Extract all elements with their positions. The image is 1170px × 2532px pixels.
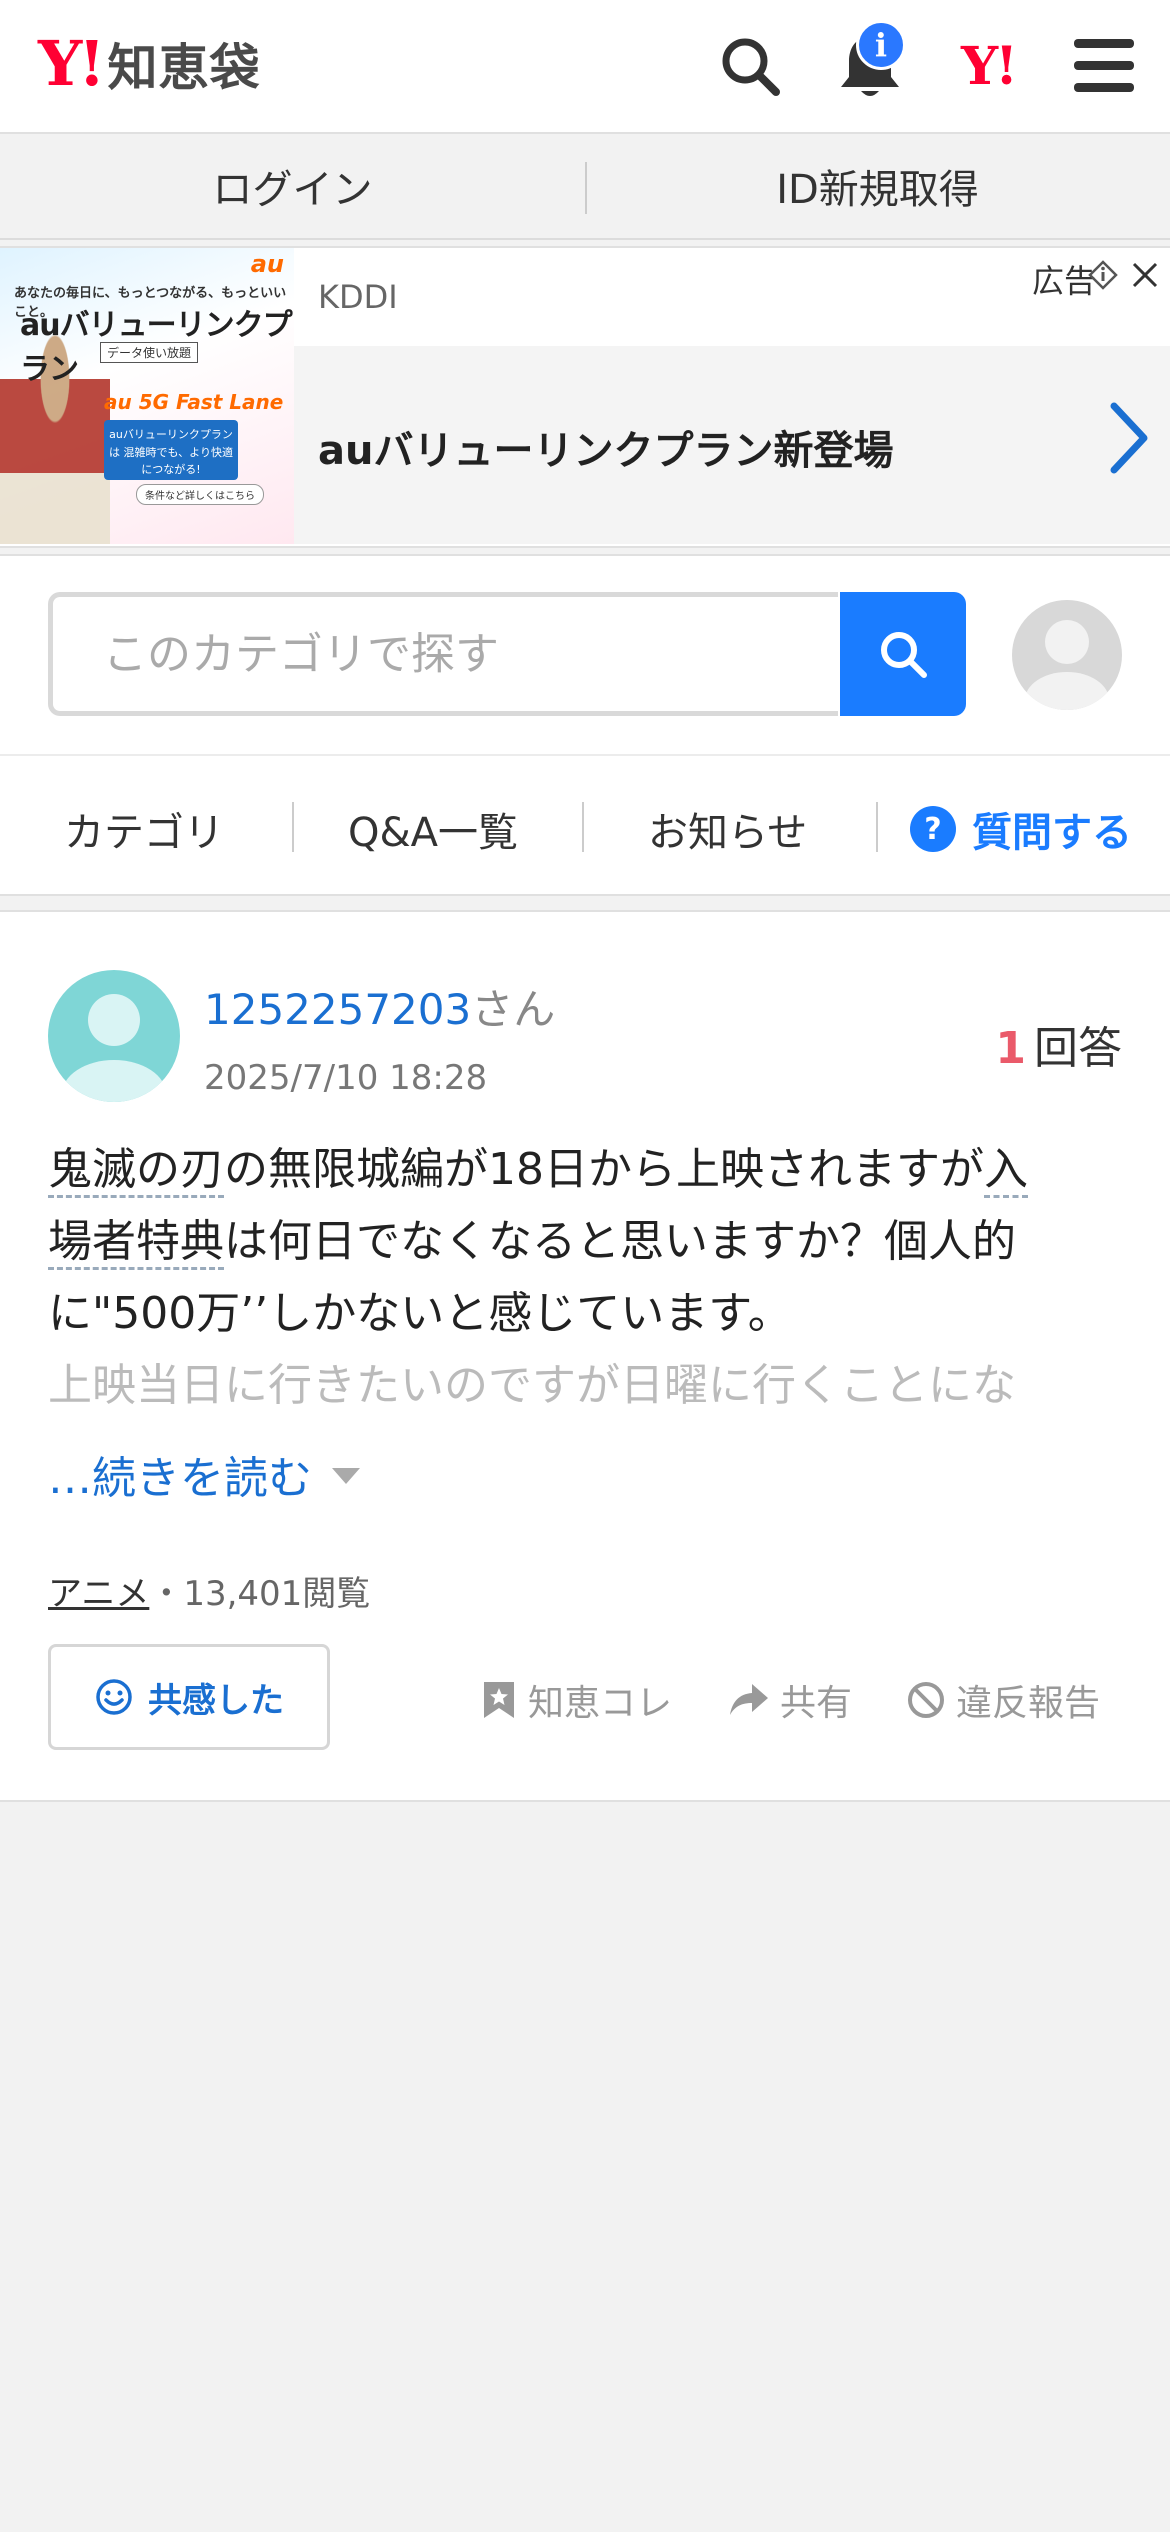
- question-icon: ?: [910, 806, 956, 852]
- register-link[interactable]: ID新規取得: [585, 157, 1170, 215]
- ad-sub-label: データ使い放題: [100, 342, 199, 363]
- chevron-right-icon[interactable]: [1106, 398, 1150, 478]
- yahoo-logo-mark: Y!: [38, 27, 106, 100]
- answer-count-number: 1: [995, 1023, 1026, 1074]
- login-bar: ログイン ID新規取得: [0, 134, 1170, 240]
- answer-count[interactable]: 1 回答: [995, 1012, 1122, 1076]
- share-label: 共有: [780, 1683, 853, 1724]
- ad-sponsor: KDDI: [318, 278, 398, 316]
- ad-label: 広告: [1031, 262, 1096, 300]
- question-meta: アニメ・13,401閲覧: [48, 1566, 370, 1615]
- empathy-button[interactable]: 共感した: [48, 1644, 330, 1750]
- question-card: 1252257203さん 2025/7/10 18:28 1 回答 鬼滅の刃の無限…: [0, 910, 1170, 1802]
- bookmark-icon: [484, 1682, 514, 1718]
- divider: [585, 162, 587, 214]
- read-more-label: …続きを読む: [48, 1453, 312, 1504]
- ad-image[interactable]: au あなたの毎日に、もっとつながる、もっといいこと。 auバリューリンクプラン…: [0, 248, 294, 544]
- search-input[interactable]: [53, 597, 838, 711]
- keyword-link[interactable]: 場者特典: [48, 1216, 224, 1270]
- bookmark-button[interactable]: 知恵コレ: [480, 1674, 672, 1726]
- menu-icon[interactable]: [1064, 26, 1144, 106]
- divider: [292, 802, 294, 852]
- search-icon[interactable]: [710, 26, 790, 106]
- keyword-link[interactable]: 鬼滅の刃: [48, 1144, 224, 1198]
- empathy-label: 共感した: [148, 1680, 284, 1721]
- search-box: [48, 592, 838, 716]
- divider: [582, 802, 584, 852]
- ask-label: 質問する: [972, 810, 1132, 856]
- prohibited-icon: [908, 1682, 944, 1718]
- asker-id: 1252257203: [204, 985, 472, 1034]
- nav-qa-list[interactable]: Q&A一覧: [348, 800, 518, 858]
- au-logo: au: [250, 250, 284, 278]
- search-section: [0, 554, 1170, 754]
- ask-question-button[interactable]: ? 質問する: [910, 800, 1132, 858]
- ad-fastlane: au 5G Fast Lane: [104, 390, 284, 414]
- answer-count-label: 回答: [1034, 1023, 1122, 1074]
- question-text: の無限城編が18日から上映されますが: [224, 1144, 984, 1195]
- yahoo-mark-icon: Y!: [961, 35, 1018, 97]
- nav-category[interactable]: カテゴリ: [64, 800, 224, 858]
- category-nav: カテゴリ Q&A一覧 お知らせ ? 質問する: [0, 754, 1170, 896]
- ad-info-box: auバリューリンクプランは 混雑時でも、より快適につながる!: [104, 420, 238, 480]
- search-button[interactable]: [840, 592, 966, 716]
- ad-cta: 条件など詳しくはこちら: [136, 484, 264, 505]
- share-button[interactable]: 共有: [728, 1674, 852, 1726]
- login-link[interactable]: ログイン: [0, 157, 585, 215]
- ad-title[interactable]: auバリューリンクプラン新登場: [318, 418, 893, 476]
- ad-close-icon[interactable]: [1130, 260, 1160, 290]
- view-count: ・13,401閲覧: [149, 1574, 371, 1614]
- report-button[interactable]: 違反報告: [906, 1674, 1100, 1726]
- share-icon: [730, 1684, 768, 1715]
- question-date: 2025/7/10 18:28: [204, 1058, 488, 1098]
- chiebukuro-logo[interactable]: Y! 知恵袋: [38, 28, 260, 100]
- logo-text: 知恵袋: [107, 39, 261, 97]
- question-text-faded: 上映当日に行きたいのですが日曜に行くことにな: [48, 1360, 1016, 1411]
- asker-name[interactable]: 1252257203さん: [204, 976, 555, 1037]
- keyword-link[interactable]: 入: [984, 1144, 1028, 1198]
- asker-suffix: さん: [471, 985, 556, 1034]
- ad-info-icon[interactable]: [1088, 260, 1118, 290]
- yahoo-top-link[interactable]: Y!: [948, 26, 1028, 106]
- user-avatar[interactable]: [1012, 600, 1122, 710]
- category-link[interactable]: アニメ: [48, 1574, 149, 1614]
- nav-news[interactable]: お知らせ: [648, 800, 807, 858]
- notification-bell-icon[interactable]: i: [830, 20, 910, 106]
- smile-icon: [96, 1679, 132, 1715]
- bookmark-label: 知恵コレ: [528, 1683, 673, 1724]
- search-icon: [881, 632, 927, 678]
- app-header: Y! 知恵袋 i Y!: [0, 0, 1170, 134]
- asker-avatar: [48, 970, 180, 1102]
- divider: [876, 802, 878, 852]
- question-body: 鬼滅の刃の無限城編が18日から上映されますが入 場者特典は何日でなくなると思います…: [48, 1134, 1122, 1422]
- read-more-link[interactable]: …続きを読む: [48, 1442, 360, 1506]
- report-label: 違反報告: [956, 1683, 1101, 1724]
- notification-badge: i: [856, 20, 906, 70]
- ad-banner[interactable]: au あなたの毎日に、もっとつながる、もっといいこと。 auバリューリンクプラン…: [0, 246, 1170, 548]
- caret-down-icon: [332, 1468, 360, 1484]
